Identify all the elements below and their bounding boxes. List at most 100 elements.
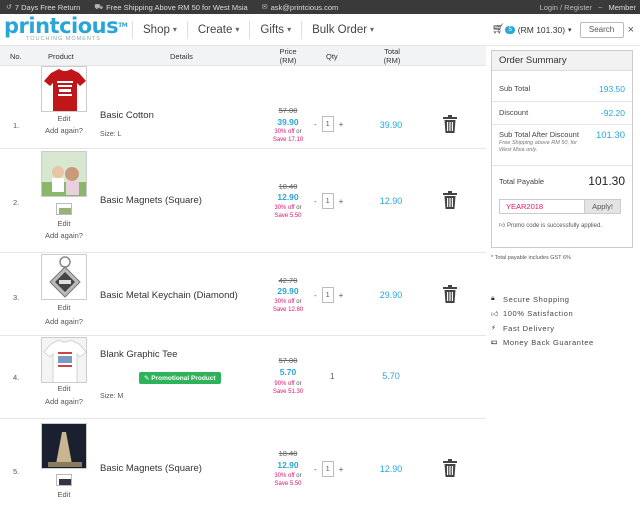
nav-create[interactable]: Create ▾ bbox=[198, 24, 240, 36]
promotional-product-badge: ✎ Promotional Product bbox=[139, 372, 221, 384]
qty-input[interactable]: 1 bbox=[321, 461, 334, 477]
order-summary-title: Order Summary bbox=[492, 51, 632, 71]
quantity-stepper[interactable]: -1 + bbox=[314, 461, 343, 477]
add-again-link[interactable]: Add again? bbox=[36, 317, 92, 326]
discounted-price: 12.90 bbox=[277, 192, 299, 202]
edit-link[interactable]: Edit bbox=[41, 114, 87, 123]
email-link[interactable]: ✉ ask@printcious.com bbox=[262, 3, 339, 12]
cart-total: (RM 101.30) bbox=[517, 24, 566, 35]
product-image-photo-magnet[interactable] bbox=[41, 151, 87, 197]
assurance-list: 🔒︎ Secure Shopping 👍︎ 100% Satisfaction ⚡︎… bbox=[491, 292, 594, 350]
qty-minus-button[interactable]: - bbox=[314, 291, 317, 300]
qty-minus-button[interactable]: - bbox=[314, 120, 317, 129]
header-details: Details bbox=[170, 52, 193, 61]
apply-button[interactable]: Apply! bbox=[585, 199, 621, 214]
search-button[interactable]: Search bbox=[579, 21, 624, 38]
edit-link[interactable]: Edit bbox=[41, 384, 87, 393]
separator: ~ bbox=[598, 2, 603, 12]
add-again-link[interactable]: Add again? bbox=[36, 126, 92, 135]
product-image-keychain[interactable] bbox=[41, 254, 87, 300]
divider bbox=[492, 165, 632, 166]
promo-success-message: 👍︎ Promo code is successfully applied. bbox=[499, 223, 602, 229]
qty-plus-button[interactable]: + bbox=[339, 197, 344, 206]
line-total: 12.90 bbox=[379, 464, 403, 474]
assurance-item: ⚡︎ Fast Delivery bbox=[491, 323, 555, 333]
product-name: Basic Cotton bbox=[100, 110, 154, 121]
bolt-icon: ⚡︎ bbox=[491, 325, 497, 333]
close-icon[interactable]: × bbox=[628, 24, 634, 36]
header-total: Total (RM) bbox=[383, 47, 401, 65]
product-size: Size: M bbox=[100, 393, 124, 400]
member-link[interactable]: Member bbox=[608, 3, 636, 12]
free-shipping-info: ⛟ Free Shipping Above RM 50 for West Msia bbox=[94, 2, 248, 12]
printcious-logo[interactable]: printciousTM TOUCHING MOMENTS bbox=[4, 15, 128, 44]
qty-plus-button[interactable]: + bbox=[339, 120, 344, 129]
free-return-info: ↺ 7 Days Free Return bbox=[6, 2, 81, 12]
row-number: 4. bbox=[13, 373, 20, 382]
add-again-link[interactable]: Add again? bbox=[36, 231, 92, 240]
discounted-price: 12.90 bbox=[277, 460, 299, 470]
qty-input[interactable]: 1 bbox=[321, 193, 334, 209]
cart-button[interactable]: 🛒︎ 5 (RM 101.30) ▾ bbox=[492, 24, 572, 35]
discounted-price: 5.70 bbox=[279, 367, 297, 377]
login-register-link[interactable]: Login / Register bbox=[540, 3, 593, 12]
quantity-stepper[interactable]: -1 + bbox=[314, 116, 343, 132]
discount-info: 90% off or Save 51.30 bbox=[272, 381, 304, 395]
edit-link[interactable]: Edit bbox=[41, 490, 87, 499]
shopping-cart-icon: 🛒︎ bbox=[491, 24, 505, 35]
quantity-stepper[interactable]: -1 + bbox=[314, 193, 343, 209]
trash-icon[interactable] bbox=[443, 459, 457, 477]
nav-bulk-order[interactable]: Bulk Order ▾ bbox=[312, 24, 374, 36]
row-number: 2. bbox=[13, 198, 20, 207]
cart-count-badge: 5 bbox=[505, 25, 515, 34]
assurance-item: 👍︎ 100% Satisfaction bbox=[491, 309, 574, 319]
product-image-red-tshirt[interactable] bbox=[41, 66, 87, 112]
trash-icon[interactable] bbox=[443, 115, 457, 133]
original-price: 18.40 bbox=[278, 449, 298, 458]
qty-minus-button[interactable]: - bbox=[314, 197, 317, 206]
nav-gifts[interactable]: Gifts ▾ bbox=[260, 24, 291, 36]
qty-input[interactable]: 1 bbox=[321, 287, 334, 303]
product-image-dark-magnet[interactable] bbox=[41, 423, 87, 469]
qty-plus-button[interactable]: + bbox=[339, 291, 344, 300]
row-number: 3. bbox=[13, 293, 20, 302]
thumbnail-small[interactable] bbox=[56, 474, 72, 486]
table-row: 4. Edit Add again? Blank Graphic Tee ✎ P… bbox=[0, 336, 486, 419]
discounted-price: 29.90 bbox=[277, 286, 299, 296]
subtotal-line: Sub Total 193.50 bbox=[499, 84, 625, 94]
trash-icon[interactable] bbox=[443, 285, 457, 303]
product-image-white-tee[interactable] bbox=[41, 337, 87, 383]
product-name: Basic Magnets (Square) bbox=[100, 463, 202, 474]
header-no: No. bbox=[10, 52, 22, 61]
promo-code-input[interactable]: YEAR2018 bbox=[499, 199, 585, 214]
add-again-link[interactable]: Add again? bbox=[36, 397, 92, 406]
thumbnail-small[interactable] bbox=[56, 203, 72, 215]
line-total: 29.90 bbox=[379, 290, 403, 300]
qty-plus-button[interactable]: + bbox=[339, 465, 344, 474]
top-info-bar: ↺ 7 Days Free Return ⛟ Free Shipping Above… bbox=[0, 0, 640, 14]
truck-icon: ⛟ bbox=[94, 3, 104, 11]
trash-icon[interactable] bbox=[443, 191, 457, 209]
qty-input[interactable]: 1 bbox=[321, 116, 334, 132]
row-number: 1. bbox=[13, 121, 20, 130]
dark-magnet-thumbnail bbox=[42, 424, 86, 468]
chevron-down-icon: ▾ bbox=[172, 25, 177, 34]
lock-icon: 🔒︎ bbox=[491, 295, 496, 303]
nav-divider bbox=[249, 20, 251, 39]
header-price: Price (RM) bbox=[279, 47, 297, 65]
original-price: 18.40 bbox=[278, 182, 298, 191]
edit-link[interactable]: Edit bbox=[41, 219, 87, 228]
product-name: Basic Magnets (Square) bbox=[100, 195, 202, 206]
header-product: Product bbox=[48, 52, 74, 61]
nav-divider bbox=[186, 20, 188, 39]
total-payable-line: Total Payable 101.30 bbox=[499, 174, 625, 188]
quantity-stepper[interactable]: -1 + bbox=[314, 287, 343, 303]
qty-minus-button[interactable]: - bbox=[314, 465, 317, 474]
row-number: 5. bbox=[13, 467, 20, 476]
nav-shop[interactable]: Shop ▾ bbox=[143, 24, 177, 36]
edit-link[interactable]: Edit bbox=[41, 303, 87, 312]
original-price: 42.70 bbox=[278, 276, 298, 285]
chevron-down-icon: ▾ bbox=[235, 25, 240, 34]
original-price: 57.00 bbox=[278, 106, 298, 115]
table-row: 1. Edit Add again? Basic Cotton Size: L … bbox=[0, 66, 486, 149]
